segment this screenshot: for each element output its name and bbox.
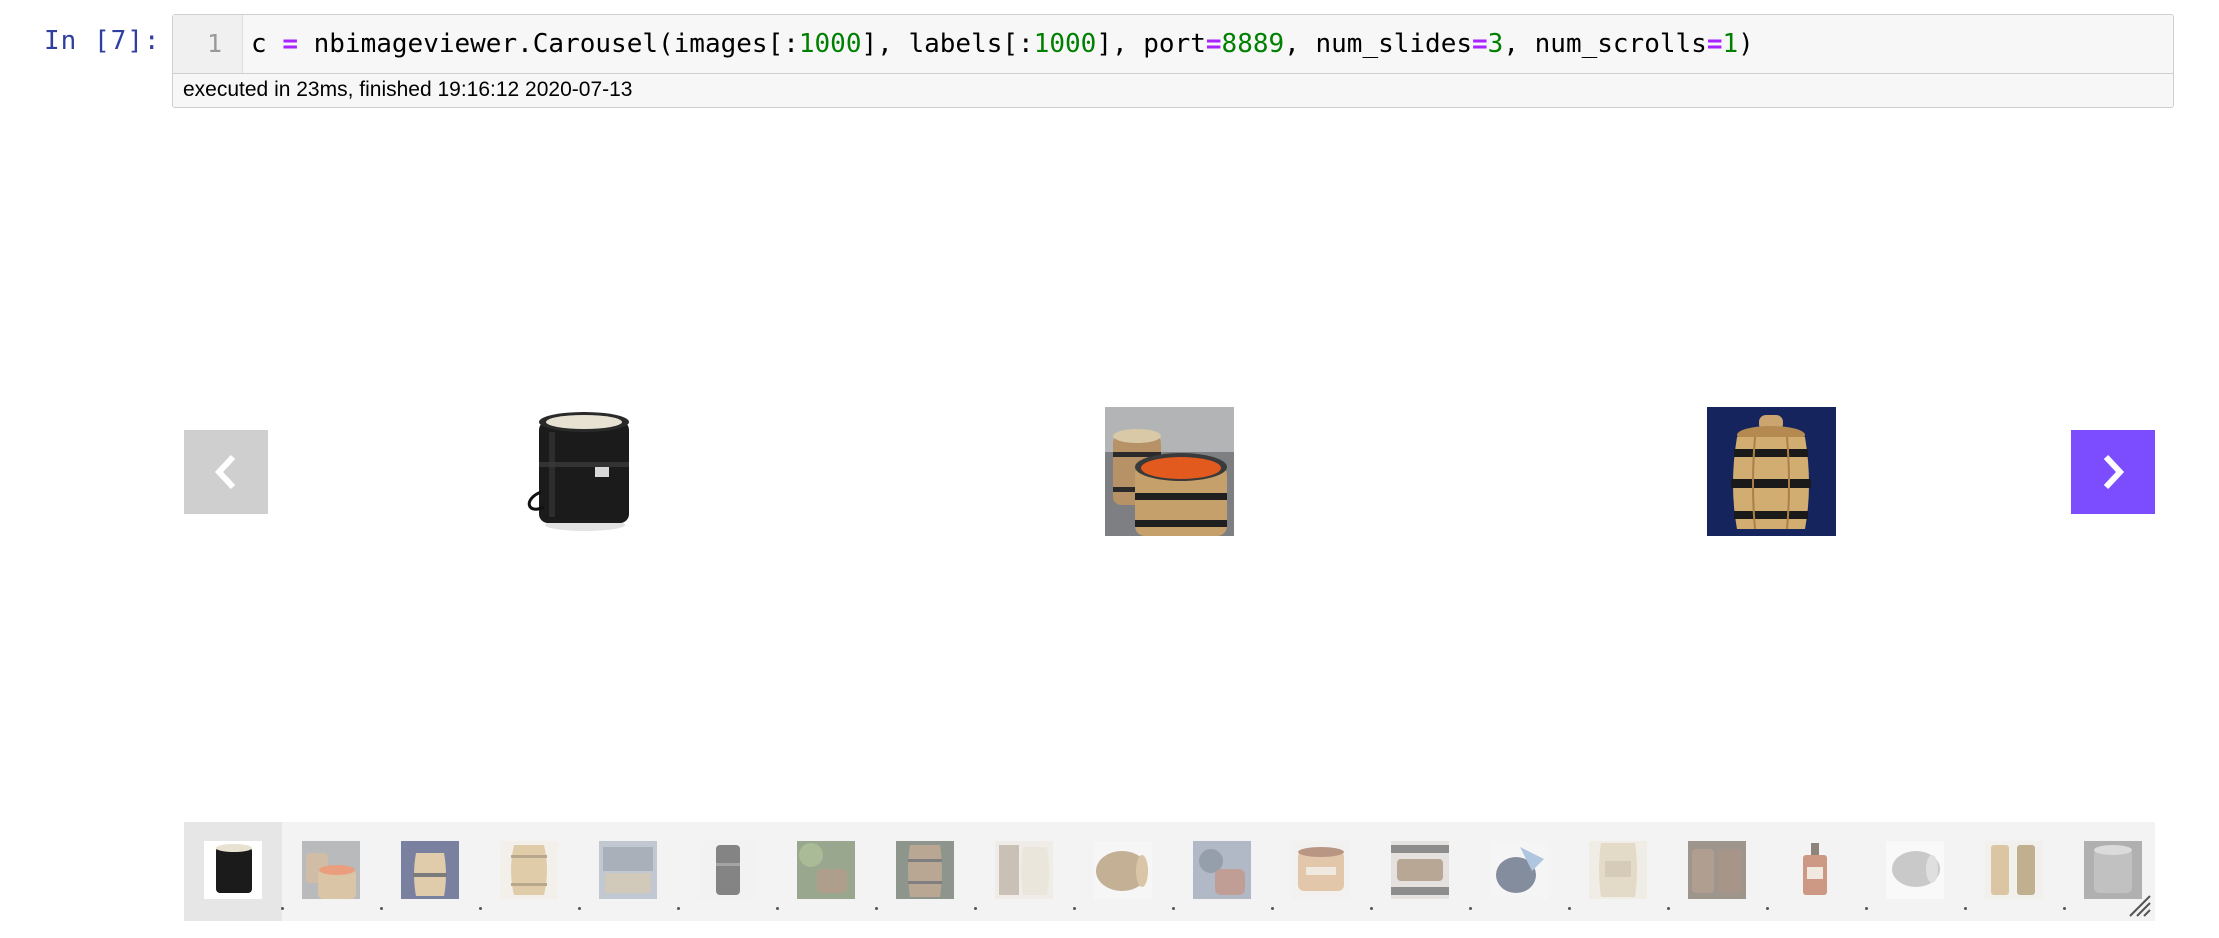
thumbnail-14[interactable] <box>1490 841 1548 899</box>
thumbnail-dot <box>1964 907 1967 910</box>
thumbnail-dot <box>974 907 977 910</box>
thumbnail-dot <box>578 907 581 910</box>
code-token: , num_slides <box>1284 29 1473 59</box>
code-token: = <box>1706 29 1723 59</box>
code-token: 1 <box>1722 29 1739 59</box>
slide-image-barrels-orange <box>1105 407 1234 536</box>
thumbnail-18[interactable] <box>1886 841 1944 899</box>
thumbnail-9[interactable] <box>995 841 1053 899</box>
thumbnail-dot <box>1766 907 1769 910</box>
thumbnail-dot <box>1172 907 1175 910</box>
code-token: ], labels[: <box>861 29 1034 59</box>
cell-prompt: In [7]: <box>44 26 161 56</box>
thumbnail-dot <box>479 907 482 910</box>
thumbnail-15[interactable] <box>1589 841 1647 899</box>
line-number: 1 <box>173 15 243 73</box>
code-token: c <box>251 29 283 59</box>
carousel-next-button[interactable] <box>2071 430 2155 514</box>
thumbnail-dot <box>875 907 878 910</box>
slide-image-small-barrel <box>1707 407 1836 536</box>
code-token: = <box>282 29 298 59</box>
code-token: 1000 <box>1033 29 1097 59</box>
slide-image-black-drum <box>519 407 648 536</box>
execution-time: executed in 23ms, finished 19:16:12 2020… <box>183 78 633 101</box>
thumbnail-4[interactable] <box>500 841 558 899</box>
thumbnail-1[interactable] <box>204 841 262 899</box>
thumbnail-17[interactable] <box>1787 841 1845 899</box>
code-editor[interactable]: 1 c = nbimageviewer.Carousel(images[:100… <box>173 15 2173 74</box>
thumbnail-dot <box>1370 907 1373 910</box>
thumbnail-dot <box>1073 907 1076 910</box>
thumbnail-dot <box>1469 907 1472 910</box>
thumbnail-dot <box>1667 907 1670 910</box>
thumbnail-13[interactable] <box>1391 841 1449 899</box>
thumbnail-7[interactable] <box>797 841 855 899</box>
thumbnail-10[interactable] <box>1094 841 1152 899</box>
thumbnail-dot <box>281 907 284 910</box>
code-line[interactable]: c = nbimageviewer.Carousel(images[:1000]… <box>251 15 1754 73</box>
code-token: = <box>1205 29 1222 59</box>
code-token: , num_scrolls <box>1503 29 1707 59</box>
carousel-prev-button[interactable] <box>184 430 268 514</box>
thumbnail-dot <box>776 907 779 910</box>
thumbnail-strip[interactable] <box>184 822 2155 921</box>
thumbnail-8[interactable] <box>896 841 954 899</box>
resize-handle-icon[interactable] <box>2128 894 2152 918</box>
thumbnail-dot <box>380 907 383 910</box>
code-token: 8889 <box>1221 29 1285 59</box>
code-cell[interactable]: 1 c = nbimageviewer.Carousel(images[:100… <box>172 14 2174 108</box>
thumbnail-5[interactable] <box>599 841 657 899</box>
thumbnail-12[interactable] <box>1292 841 1350 899</box>
thumbnail-2[interactable] <box>302 841 360 899</box>
code-token: ], port <box>1096 29 1206 59</box>
thumbnail-11[interactable] <box>1193 841 1251 899</box>
chevron-left-icon <box>214 454 236 490</box>
code-token: 3 <box>1487 29 1504 59</box>
code-token: = <box>1472 29 1488 59</box>
thumbnail-dot <box>1865 907 1868 910</box>
thumbnail-dot <box>1568 907 1571 910</box>
thumbnail-6[interactable] <box>698 841 756 899</box>
thumbnail-3[interactable] <box>401 841 459 899</box>
code-token: nbimageviewer.Carousel(images[: <box>297 29 799 59</box>
chevron-right-icon <box>2103 454 2125 490</box>
thumbnail-16[interactable] <box>1688 841 1746 899</box>
thumbnail-20[interactable] <box>2084 841 2142 899</box>
thumbnail-dot <box>2063 907 2066 910</box>
thumbnail-dot <box>1271 907 1274 910</box>
thumbnail-dot <box>677 907 680 910</box>
code-token: ) <box>1738 29 1754 59</box>
thumbnail-19[interactable] <box>1985 841 2043 899</box>
code-token: 1000 <box>798 29 862 59</box>
